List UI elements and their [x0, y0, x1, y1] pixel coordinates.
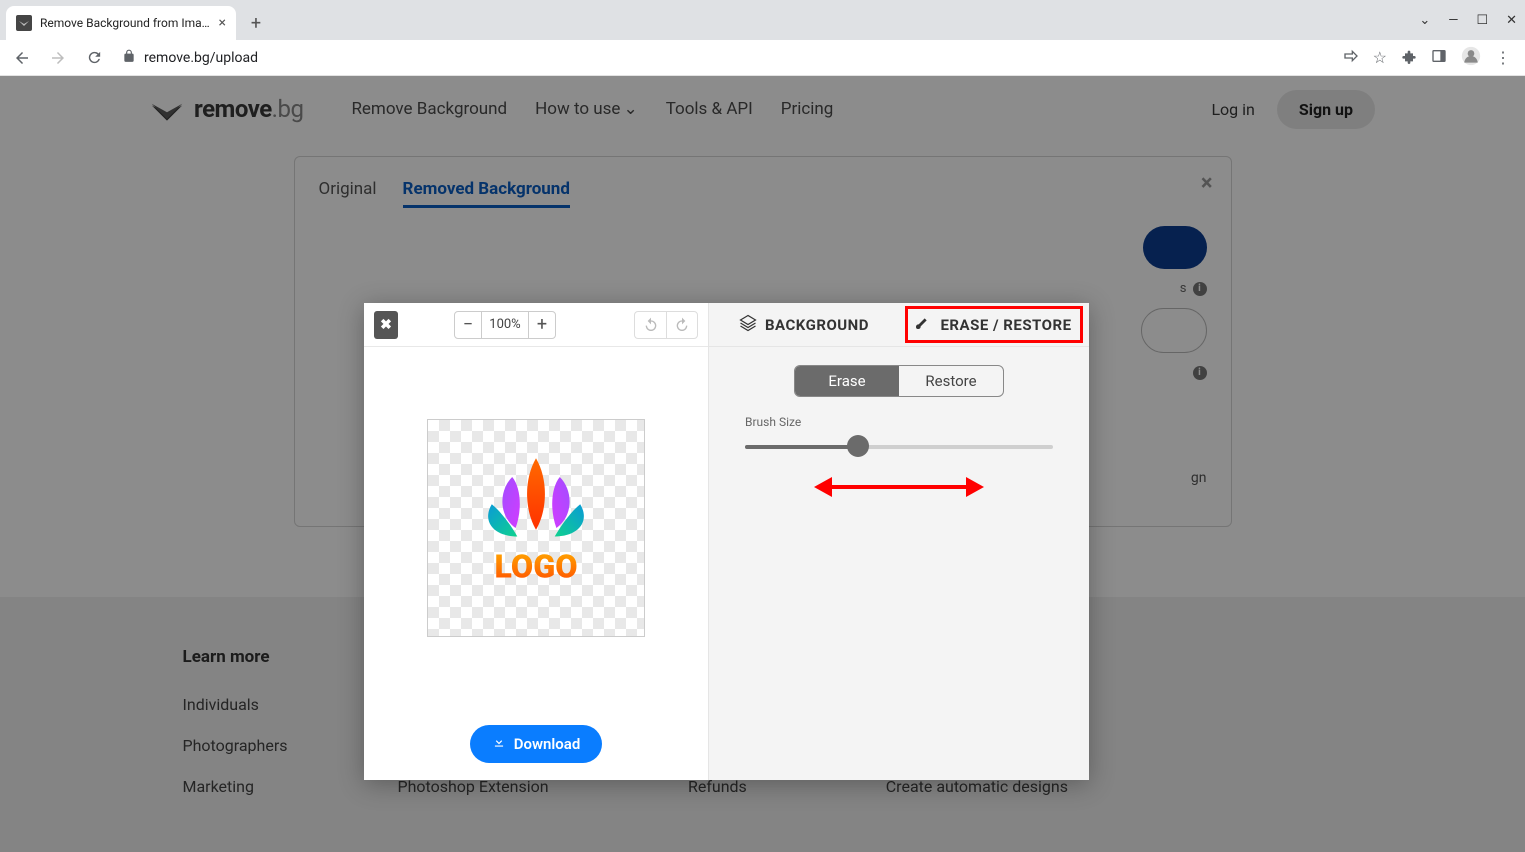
url-text: remove.bg/upload [144, 50, 258, 66]
canvas-area[interactable]: LOGO [364, 347, 708, 708]
editor-toolbar: ✖ − 100% + [364, 303, 708, 347]
kebab-menu-icon[interactable]: ⋮ [1495, 48, 1511, 67]
chevron-down-icon[interactable]: ⌄ [1419, 13, 1430, 28]
editor-close-button[interactable]: ✖ [374, 311, 398, 339]
forward-button[interactable] [44, 44, 72, 72]
address-bar: remove.bg/upload ☆ ⋮ [0, 40, 1525, 76]
undo-redo-group [634, 311, 698, 339]
minimize-icon[interactable]: — [1448, 13, 1458, 28]
image-preview: LOGO [427, 419, 645, 637]
slider-thumb[interactable] [847, 435, 869, 457]
brush-size-label: Brush Size [745, 415, 1061, 429]
download-icon [492, 735, 506, 753]
new-tab-button[interactable]: + [242, 9, 270, 37]
undo-button[interactable] [634, 311, 666, 339]
profile-avatar-icon[interactable] [1461, 46, 1481, 70]
back-button[interactable] [8, 44, 36, 72]
tab-background[interactable]: BACKGROUND [709, 303, 899, 346]
sidepanel-icon[interactable] [1431, 48, 1447, 68]
erase-restore-toggle: Erase Restore [794, 365, 1004, 397]
url-field[interactable]: remove.bg/upload [116, 49, 1335, 67]
tab-title: Remove Background from Image [40, 16, 211, 30]
editor-modal: ✖ − 100% + [364, 303, 1089, 780]
option-restore[interactable]: Restore [899, 366, 1003, 396]
zoom-in-button[interactable]: + [528, 311, 556, 339]
lock-icon [122, 49, 136, 67]
maximize-icon[interactable]: ☐ [1476, 13, 1488, 28]
tab-erase-restore[interactable]: ERASE / RESTORE [899, 303, 1089, 346]
bookmark-star-icon[interactable]: ☆ [1373, 48, 1387, 67]
zoom-value[interactable]: 100% [482, 311, 528, 339]
brush-size-slider[interactable] [745, 435, 1053, 459]
redo-button[interactable] [666, 311, 698, 339]
brush-icon [916, 315, 932, 335]
zoom-control: − 100% + [454, 311, 556, 339]
annotation-arrow [814, 477, 984, 497]
reload-button[interactable] [80, 44, 108, 72]
layers-icon [739, 314, 757, 336]
browser-tab[interactable]: Remove Background from Image × [6, 6, 236, 40]
share-icon[interactable] [1343, 48, 1359, 68]
editor-download-button[interactable]: Download [470, 725, 603, 763]
browser-tab-strip: Remove Background from Image × + ⌄ — ☐ ✕ [0, 0, 1525, 40]
zoom-out-button[interactable]: − [454, 311, 482, 339]
tab-close-icon[interactable]: × [219, 15, 226, 31]
window-controls: ⌄ — ☐ ✕ [1419, 0, 1517, 40]
extensions-icon[interactable] [1401, 48, 1417, 68]
logo-word: LOGO [494, 547, 577, 585]
favicon-icon [16, 15, 32, 31]
close-window-icon[interactable]: ✕ [1506, 13, 1517, 28]
option-erase[interactable]: Erase [795, 366, 899, 396]
